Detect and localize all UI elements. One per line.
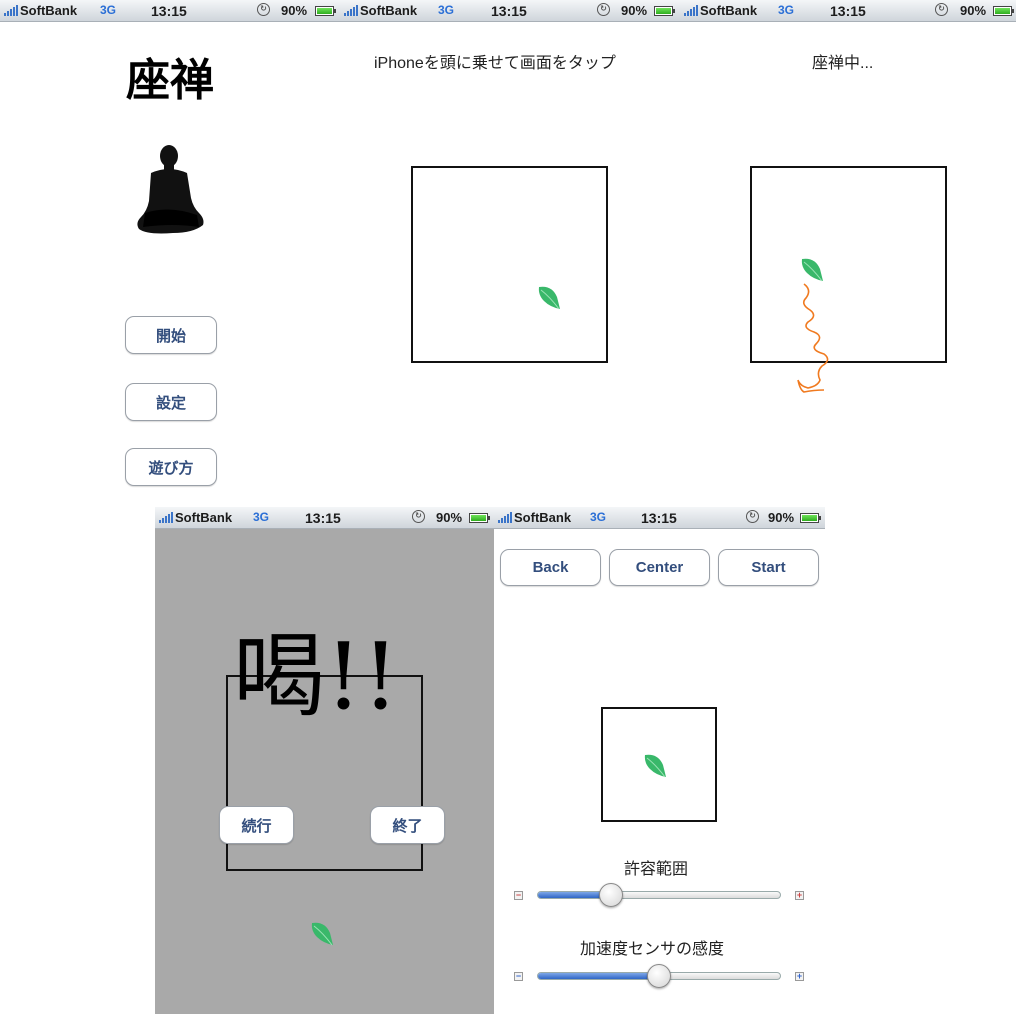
network-label: 3G — [438, 3, 455, 17]
carrier-label: SoftBank — [175, 510, 233, 525]
screen-zazen: SoftBank 3G 13:15 ↻ 90% 座禅中... — [680, 0, 1016, 500]
sensitivity-plus-icon: + — [795, 971, 804, 981]
target-box — [750, 166, 947, 363]
back-button[interactable]: Back — [500, 549, 601, 586]
rotation-lock-icon: ↻ — [597, 3, 610, 16]
network-label: 3G — [100, 3, 117, 17]
leaf-icon — [538, 286, 560, 310]
movement-trail — [797, 283, 829, 393]
app-title: 座禅 — [126, 55, 214, 106]
network-label: 3G — [253, 510, 270, 524]
center-button[interactable]: Center — [609, 549, 710, 586]
battery-percent: 90% — [960, 3, 987, 18]
tolerance-slider[interactable] — [537, 883, 781, 907]
sensitivity-minus-icon: − — [514, 971, 523, 981]
clock: 13:15 — [641, 510, 677, 526]
battery-percent: 90% — [768, 510, 795, 525]
settings-start-button[interactable]: Start — [718, 549, 819, 586]
clock: 13:15 — [151, 3, 187, 19]
signal-icon — [684, 5, 698, 16]
screen-tap: SoftBank 3G 13:15 ↻ 90% iPhoneを頭に乗せて画面をタ… — [340, 0, 680, 500]
tolerance-label: 許容範囲 — [624, 861, 689, 878]
leaf-icon — [801, 258, 823, 282]
meditating-person-icon — [137, 145, 204, 234]
sensitivity-label: 加速度センサの感度 — [580, 941, 725, 958]
sensitivity-slider[interactable] — [537, 964, 781, 988]
status-bar: SoftBank 3G 13:15 ↻ 90% — [155, 507, 494, 529]
leaf-icon — [644, 754, 666, 778]
network-label: 3G — [778, 3, 795, 17]
screen-menu: SoftBank 3G 13:15 ↻ 90% 座禅 開始 設定 遊び方 — [0, 0, 340, 500]
leaf-icon — [311, 922, 333, 946]
rotation-lock-icon: ↻ — [257, 3, 270, 16]
status-bar: SoftBank 3G 13:15 ↻ 90% — [494, 507, 825, 529]
clock: 13:15 — [305, 510, 341, 526]
settings-button[interactable]: 設定 — [125, 383, 217, 421]
network-label: 3G — [590, 510, 607, 524]
rotation-lock-icon: ↻ — [746, 510, 759, 523]
battery-percent: 90% — [621, 3, 648, 18]
target-box[interactable] — [411, 166, 608, 363]
battery-percent: 90% — [281, 3, 308, 18]
tolerance-minus-icon: − — [514, 890, 523, 900]
tolerance-slider-thumb[interactable] — [599, 883, 624, 907]
howto-button[interactable]: 遊び方 — [125, 448, 217, 486]
rotation-lock-icon: ↻ — [935, 3, 948, 16]
battery-icon — [469, 513, 490, 523]
start-button[interactable]: 開始 — [125, 316, 217, 354]
battery-icon — [654, 6, 675, 16]
rotation-lock-icon: ↻ — [412, 510, 425, 523]
quit-button[interactable]: 終了 — [370, 806, 445, 844]
signal-icon — [159, 512, 173, 523]
battery-icon — [315, 6, 336, 16]
battery-icon — [800, 513, 821, 523]
clock: 13:15 — [830, 3, 866, 19]
status-bar: SoftBank 3G 13:15 ↻ 90% — [680, 0, 1016, 22]
clock: 13:15 — [491, 3, 527, 19]
battery-icon — [993, 6, 1014, 16]
katsu-shout: 喝!! — [233, 623, 399, 730]
tolerance-plus-icon: + — [795, 890, 804, 900]
zazen-status: 座禅中... — [812, 55, 874, 72]
signal-icon — [344, 5, 358, 16]
carrier-label: SoftBank — [514, 510, 572, 525]
screen-settings: SoftBank 3G 13:15 ↻ 90% Back Center Star… — [494, 507, 825, 1007]
continue-button[interactable]: 続行 — [219, 806, 294, 844]
screen-katsu: SoftBank 3G 13:15 ↻ 90% 喝!! 続行 終了 — [155, 507, 494, 1014]
sensitivity-slider-fill — [538, 973, 659, 979]
signal-icon — [498, 512, 512, 523]
sensitivity-slider-thumb[interactable] — [647, 964, 671, 988]
status-bar: SoftBank 3G 13:15 ↻ 90% — [340, 0, 680, 22]
carrier-label: SoftBank — [360, 3, 418, 18]
carrier-label: SoftBank — [20, 3, 78, 18]
signal-icon — [4, 5, 18, 16]
battery-percent: 90% — [436, 510, 463, 525]
tap-instruction: iPhoneを頭に乗せて画面をタップ — [374, 55, 616, 72]
carrier-label: SoftBank — [700, 3, 758, 18]
status-bar: SoftBank 3G 13:15 ↻ 90% — [0, 0, 340, 22]
